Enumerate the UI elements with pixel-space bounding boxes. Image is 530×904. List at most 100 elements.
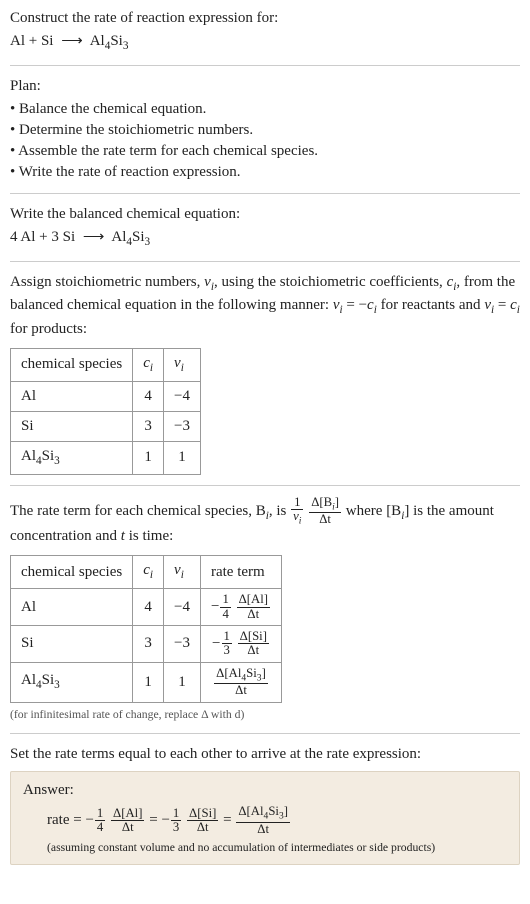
cell-species: Al — [11, 381, 133, 411]
table-row: Si 3 −3 — [11, 411, 201, 441]
balanced-heading: Write the balanced chemical equation: — [10, 204, 520, 225]
fraction: Δ[Si]Δt — [238, 630, 269, 658]
text: for reactants and — [377, 297, 484, 313]
den: Δt — [309, 513, 341, 526]
col-species: chemical species — [11, 556, 133, 589]
rhs-si-sub: 3 — [123, 40, 129, 52]
den: 4 — [95, 821, 105, 834]
cell-nui: −4 — [164, 589, 201, 626]
plan-item: • Assemble the rate term for each chemic… — [10, 141, 520, 162]
cell-rateterm: −14 Δ[Al]Δt — [200, 589, 281, 626]
num: Δ[Al] — [237, 593, 270, 607]
den: 3 — [171, 821, 181, 834]
cell-nui: −3 — [164, 625, 201, 662]
den: Δt — [238, 644, 269, 657]
den: Δt — [111, 821, 144, 834]
sub: 3 — [54, 679, 60, 691]
t: ] — [262, 666, 266, 680]
al: Al — [21, 672, 36, 688]
fraction: 14 — [95, 807, 105, 835]
plan-list: • Balance the chemical equation. • Deter… — [10, 99, 520, 183]
divider — [10, 485, 520, 486]
plan-item: • Determine the stoichiometric numbers. — [10, 120, 520, 141]
text: for products: — [10, 321, 87, 337]
intro-block: Construct the rate of reaction expressio… — [10, 8, 520, 55]
nu: ν — [484, 297, 491, 313]
c: c — [367, 297, 374, 313]
lhs: Al + Si — [10, 33, 53, 49]
num: 1 — [220, 593, 230, 607]
den: Δt — [214, 684, 268, 697]
fraction: Δ[Si]Δt — [187, 807, 218, 835]
sub: i — [181, 362, 184, 374]
sub: i — [181, 569, 184, 581]
intro-title: Construct the rate of reaction expressio… — [10, 8, 520, 29]
answer-assumption: (assuming constant volume and no accumul… — [23, 840, 507, 856]
rateterm-text: The rate term for each chemical species,… — [10, 496, 520, 548]
cell-species: Al4Si3 — [11, 441, 133, 474]
fraction: Δ[Bi] Δt — [309, 496, 341, 527]
col-ci: ci — [133, 556, 164, 589]
unbalanced-equation: Al + Si ⟶ Al4Si3 — [10, 31, 520, 55]
arrow-icon: ⟶ — [61, 31, 83, 52]
c: c — [143, 562, 150, 578]
cell-nui: −3 — [164, 411, 201, 441]
t: Δ[Al — [216, 666, 241, 680]
c: c — [510, 297, 517, 313]
fraction: Δ[Al4Si3] Δt — [236, 805, 290, 836]
divider — [10, 65, 520, 66]
nu: ν — [174, 355, 181, 371]
fraction: 1 νi — [291, 496, 303, 527]
final-heading: Set the rate terms equal to each other t… — [10, 744, 520, 765]
num: Δ[Si] — [238, 630, 269, 644]
fraction: 13 — [171, 807, 181, 835]
fraction: Δ[Al]Δt — [111, 807, 144, 835]
t: ] — [284, 804, 288, 818]
fraction: Δ[Al4Si3] Δt — [214, 667, 268, 698]
den: Δt — [236, 823, 290, 836]
num: 1 — [291, 496, 303, 510]
cell-species: Al — [11, 589, 133, 626]
den: 4 — [220, 608, 230, 621]
answer-label: Answer: — [23, 780, 507, 801]
col-nui: νi — [164, 556, 201, 589]
answer-box: Answer: rate = −14 Δ[Al]Δt = −13 Δ[Si]Δt… — [10, 771, 520, 865]
infinitesimal-note: (for infinitesimal rate of change, repla… — [10, 707, 520, 723]
eq: = − — [145, 812, 169, 828]
table-header-row: chemical species ci νi — [11, 349, 201, 382]
cell-nui: −4 — [164, 381, 201, 411]
sub: 3 — [54, 455, 60, 467]
cell-ci: 4 — [133, 381, 164, 411]
cell-nui: 1 — [164, 662, 201, 702]
minus: − — [212, 635, 220, 651]
eq: = — [494, 297, 510, 313]
divider — [10, 733, 520, 734]
cell-nui: 1 — [164, 441, 201, 474]
balanced-block: Write the balanced chemical equation: 4 … — [10, 204, 520, 251]
t: Δ[Al — [238, 804, 263, 818]
cell-ci: 1 — [133, 441, 164, 474]
num: Δ[Si] — [187, 807, 218, 821]
num: Δ[Al] — [111, 807, 144, 821]
sub: i — [150, 362, 153, 374]
num: Δ[Al4Si3] — [236, 805, 290, 823]
cell-ci: 4 — [133, 589, 164, 626]
fraction: Δ[Al]Δt — [237, 593, 270, 621]
cell-species: Si — [11, 411, 133, 441]
arrow-icon: ⟶ — [83, 227, 105, 248]
sub: i — [150, 569, 153, 581]
rhs-si: Si — [110, 33, 123, 49]
cell-ci: 3 — [133, 411, 164, 441]
cell-rateterm: −13 Δ[Si]Δt — [200, 625, 281, 662]
stoich-table: chemical species ci νi Al 4 −4 Si 3 −3 A… — [10, 348, 201, 475]
cell-species: Al4Si3 — [11, 662, 133, 702]
plan-item: • Balance the chemical equation. — [10, 99, 520, 120]
text: , is — [269, 502, 290, 518]
rhs-al: Al — [90, 33, 105, 49]
delta-b: Δ[B — [311, 495, 332, 509]
table-row: Al 4 −4 −14 Δ[Al]Δt — [11, 589, 282, 626]
cell-species: Si — [11, 625, 133, 662]
num: 1 — [222, 630, 232, 644]
si: Si — [42, 672, 55, 688]
num: Δ[Al4Si3] — [214, 667, 268, 685]
